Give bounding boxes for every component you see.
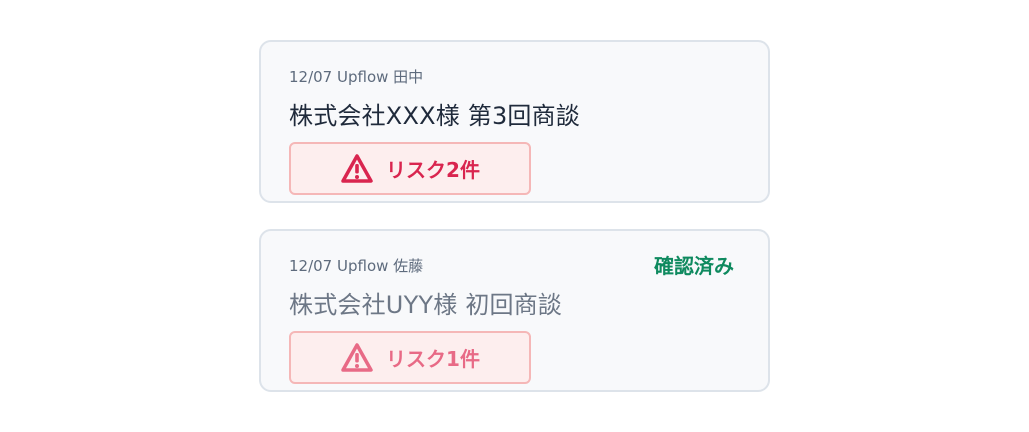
meeting-title: 株式会社XXX様 第3回商談 bbox=[289, 102, 581, 130]
meeting-card[interactable]: 12/07 Upflow 佐藤 確認済み 株式会社UYY様 初回商談 リスク1件 bbox=[259, 229, 770, 392]
warning-triangle-icon bbox=[341, 153, 373, 183]
risk-count-label: リスク2件 bbox=[386, 158, 480, 182]
meeting-meta: 12/07 Upflow 田中 bbox=[289, 68, 424, 86]
meeting-card[interactable]: 12/07 Upflow 田中 株式会社XXX様 第3回商談 リスク2件 bbox=[259, 40, 770, 203]
risk-count-label: リスク1件 bbox=[386, 347, 480, 371]
meeting-title: 株式会社UYY様 初回商談 bbox=[289, 291, 563, 319]
warning-triangle-icon bbox=[341, 342, 373, 372]
risk-badge-button[interactable]: リスク1件 bbox=[289, 331, 531, 384]
confirmed-status-label: 確認済み bbox=[654, 254, 734, 278]
meeting-meta: 12/07 Upflow 佐藤 bbox=[289, 257, 424, 275]
risk-badge-button[interactable]: リスク2件 bbox=[289, 142, 531, 195]
